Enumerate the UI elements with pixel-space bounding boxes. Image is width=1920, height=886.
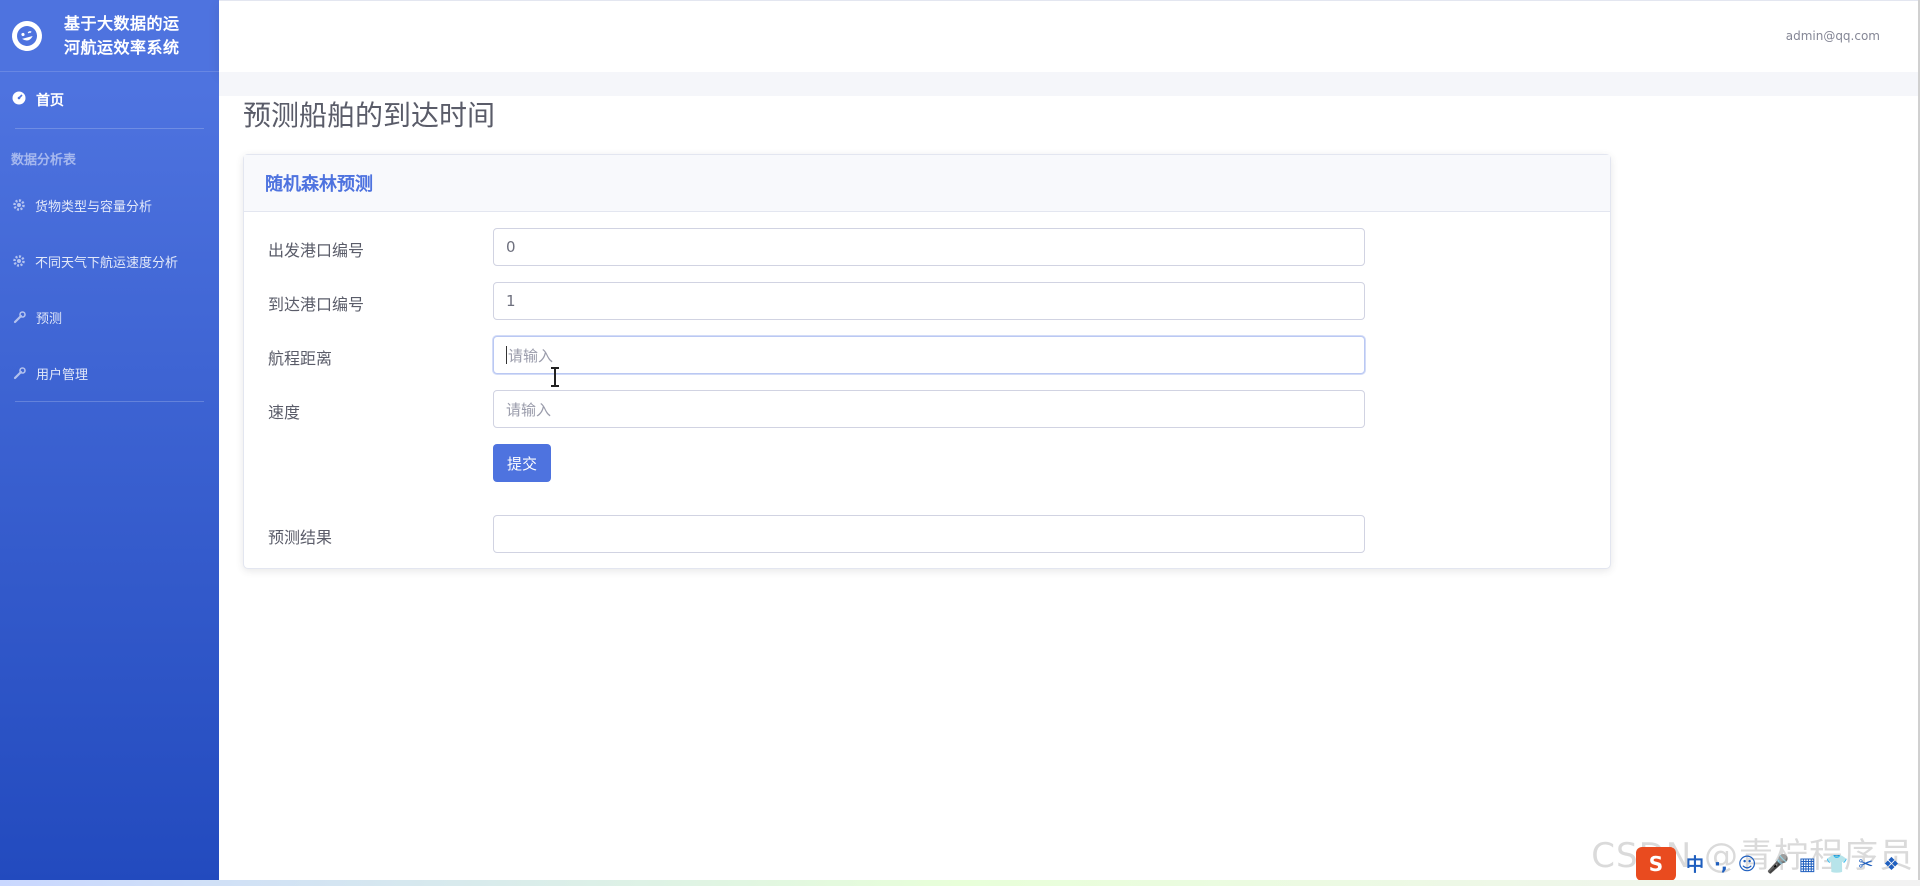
form-row-result: 预测结果 bbox=[244, 515, 1610, 553]
form-row-speed: 速度 请输入 bbox=[244, 390, 1610, 428]
sidebar-item-home[interactable]: 首页 bbox=[0, 72, 219, 128]
distance-input[interactable]: 请输入 bbox=[493, 336, 1365, 374]
ime-punctuation-icon[interactable]: ·, bbox=[1714, 854, 1728, 875]
wrench-icon bbox=[13, 310, 26, 324]
sidebar-brand[interactable]: 基于大数据的运河航运效率系统 bbox=[0, 0, 219, 72]
wrench-icon bbox=[13, 366, 26, 380]
form-row-submit: 提交 bbox=[244, 444, 1610, 482]
sidebar-item-user-management[interactable]: 用户管理 bbox=[0, 345, 219, 401]
sidebar-item-label: 预测 bbox=[36, 311, 63, 327]
brand-title: 基于大数据的运河航运效率系统 bbox=[64, 13, 180, 57]
result-label: 预测结果 bbox=[268, 528, 333, 547]
arrival-port-input[interactable]: 1 bbox=[493, 282, 1365, 320]
result-output[interactable] bbox=[493, 515, 1365, 553]
ime-toolbar: S 中 ·, ☺ 🎤 ▦ 👕 ✂ ❖ bbox=[1630, 846, 1918, 882]
form-row-arrival-port: 到达港口编号 1 bbox=[244, 282, 1610, 320]
ime-menu-icon[interactable]: ❖ bbox=[1883, 854, 1899, 875]
sidebar-item-label: 不同天气下航运速度分析 bbox=[35, 255, 179, 271]
sidebar-item-label: 用户管理 bbox=[36, 367, 89, 383]
departure-port-input[interactable]: 0 bbox=[493, 228, 1365, 266]
distance-placeholder: 请输入 bbox=[508, 346, 554, 365]
sogou-logo-icon[interactable]: S bbox=[1636, 847, 1676, 881]
ime-chinese-mode[interactable]: 中 bbox=[1686, 851, 1704, 877]
tachometer-icon bbox=[12, 91, 26, 109]
departure-port-label: 出发港口编号 bbox=[268, 241, 365, 260]
topbar: admin@qq.com bbox=[219, 0, 1920, 72]
page-title: 预测船舶的到达时间 bbox=[243, 99, 496, 132]
ibeam-cursor-icon bbox=[551, 367, 559, 387]
sidebar-item-home-label: 首页 bbox=[36, 93, 64, 109]
sidebar-section-heading: 数据分析表 bbox=[11, 153, 77, 168]
sidebar-item-weather-speed-analysis[interactable]: 不同天气下航运速度分析 bbox=[0, 233, 219, 289]
speed-placeholder: 请输入 bbox=[506, 400, 552, 419]
submit-button[interactable]: 提交 bbox=[493, 444, 551, 482]
ime-tools-icon[interactable]: ✂ bbox=[1858, 854, 1873, 875]
ime-skin-icon[interactable]: 👕 bbox=[1826, 854, 1848, 875]
sidebar-divider bbox=[15, 401, 204, 402]
card-header: 随机森林预测 bbox=[244, 155, 1610, 212]
sidebar: 基于大数据的运河航运效率系统 首页 数据分析表 货物类型与容量分析 不同天气下航… bbox=[0, 0, 219, 886]
user-email[interactable]: admin@qq.com bbox=[1786, 29, 1880, 43]
prediction-card: 随机森林预测 出发港口编号 0 到达港口编号 1 航程距离 请输入 速度 请输入… bbox=[243, 154, 1611, 569]
arrival-port-label: 到达港口编号 bbox=[268, 295, 365, 314]
laugh-wink-icon bbox=[8, 17, 46, 54]
gear-icon bbox=[13, 255, 25, 267]
content-header-band bbox=[219, 72, 1920, 96]
ime-voice-icon[interactable]: 🎤 bbox=[1766, 854, 1788, 875]
sidebar-item-label: 货物类型与容量分析 bbox=[35, 199, 153, 215]
speed-input[interactable]: 请输入 bbox=[493, 390, 1365, 428]
text-caret bbox=[506, 346, 507, 364]
speed-label: 速度 bbox=[268, 403, 301, 422]
gear-icon bbox=[13, 199, 25, 211]
form-row-distance: 航程距离 请输入 bbox=[244, 336, 1610, 374]
distance-label: 航程距离 bbox=[268, 349, 333, 368]
form-row-departure-port: 出发港口编号 0 bbox=[244, 228, 1610, 266]
taskbar-edge bbox=[0, 880, 1920, 886]
ime-keyboard-icon[interactable]: ▦ bbox=[1799, 854, 1816, 875]
ime-emoji-icon[interactable]: ☺ bbox=[1738, 854, 1757, 875]
sidebar-item-cargo-analysis[interactable]: 货物类型与容量分析 bbox=[0, 177, 219, 233]
sidebar-item-prediction[interactable]: 预测 bbox=[0, 289, 219, 345]
